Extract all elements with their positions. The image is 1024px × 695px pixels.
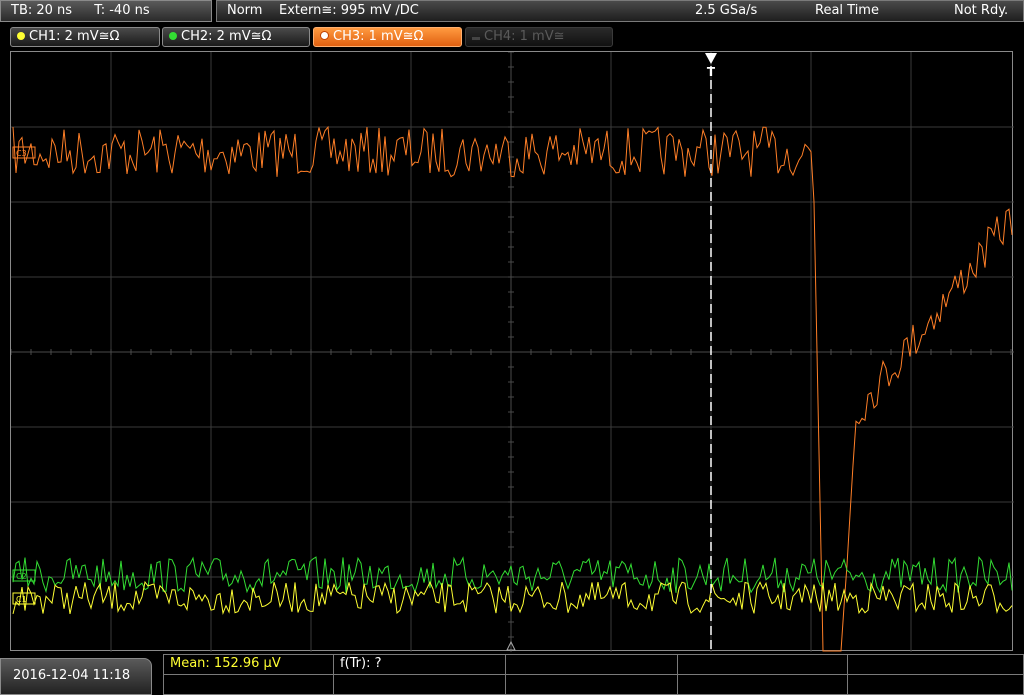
trigger-panel[interactable]: Norm Extern≅: 995 mV ∕DC 2.5 GSa/s Real … — [216, 0, 1024, 22]
bottom-bar: 2016-12-04 11:18 Mean: 152.96 µV f(Tr): … — [0, 654, 1024, 695]
sample-rate: 2.5 GSa/s — [695, 3, 758, 18]
ch2-indicator-icon — [169, 32, 177, 40]
acquisition-status: Not Rdy. — [954, 3, 1009, 18]
trigger-offset-value: T: -40 ns — [94, 3, 150, 18]
acquisition-mode: Real Time — [815, 3, 879, 18]
tab-ch3[interactable]: CH3: 1 mV≅Ω — [313, 27, 462, 47]
measurement-slot-9[interactable] — [678, 675, 848, 695]
waveform-display[interactable]: T C3 C2 C1 — [10, 51, 1014, 652]
measurement-panel[interactable]: Mean: 152.96 µV f(Tr): ? — [163, 654, 1024, 695]
timebase-panel[interactable]: TB: 20 ns T: -40 ns — [0, 0, 212, 22]
tab-ch1[interactable]: CH1: 2 mV≅Ω — [10, 27, 160, 47]
trigger-mode: Norm — [227, 3, 263, 18]
ch4-label: CH4: 1 mV≅ — [484, 29, 565, 44]
measurement-slot-6[interactable] — [164, 675, 334, 695]
trigger-arrow-icon[interactable] — [705, 53, 717, 64]
ch1-marker-label: C1 — [16, 595, 27, 604]
ch1-label: CH1: 2 mV≅Ω — [29, 29, 120, 44]
measurement-slot-4[interactable] — [678, 655, 848, 675]
measurement-slot-8[interactable] — [506, 675, 678, 695]
channel-tabs: CH1: 2 mV≅Ω CH2: 2 mV≅Ω CH3: 1 mV≅Ω CH4:… — [0, 25, 1024, 49]
mean-measurement[interactable]: Mean: 152.96 µV — [164, 655, 334, 675]
tab-ch2[interactable]: CH2: 2 mV≅Ω — [162, 27, 310, 47]
date-time-display: 2016-12-04 11:18 — [0, 658, 152, 695]
waveform-canvas[interactable]: T C3 C2 C1 — [11, 52, 1014, 652]
ch2-label: CH2: 2 mV≅Ω — [181, 29, 272, 44]
measurement-slot-3[interactable] — [506, 655, 678, 675]
ch3-indicator-icon — [320, 31, 329, 40]
trigger-label: T — [707, 65, 716, 79]
graticule — [11, 52, 1014, 652]
measurement-slot-7[interactable] — [334, 675, 506, 695]
ch2-marker-label: C2 — [16, 572, 27, 581]
frequency-measurement[interactable]: f(Tr): ? — [334, 655, 506, 675]
ch1-indicator-icon — [17, 32, 25, 40]
timebase-value: TB: 20 ns — [11, 3, 73, 18]
status-bar: TB: 20 ns T: -40 ns Norm Extern≅: 995 mV… — [0, 0, 1024, 24]
ch3-marker-label: C3 — [16, 149, 27, 158]
ch4-indicator-icon — [472, 37, 480, 40]
measurement-slot-10[interactable] — [848, 675, 1023, 695]
tab-ch4[interactable]: CH4: 1 mV≅ — [465, 27, 613, 47]
measurement-slot-5[interactable] — [848, 655, 1023, 675]
trigger-source: Extern≅: 995 mV ∕DC — [279, 3, 419, 18]
ch3-label: CH3: 1 mV≅Ω — [333, 29, 424, 44]
